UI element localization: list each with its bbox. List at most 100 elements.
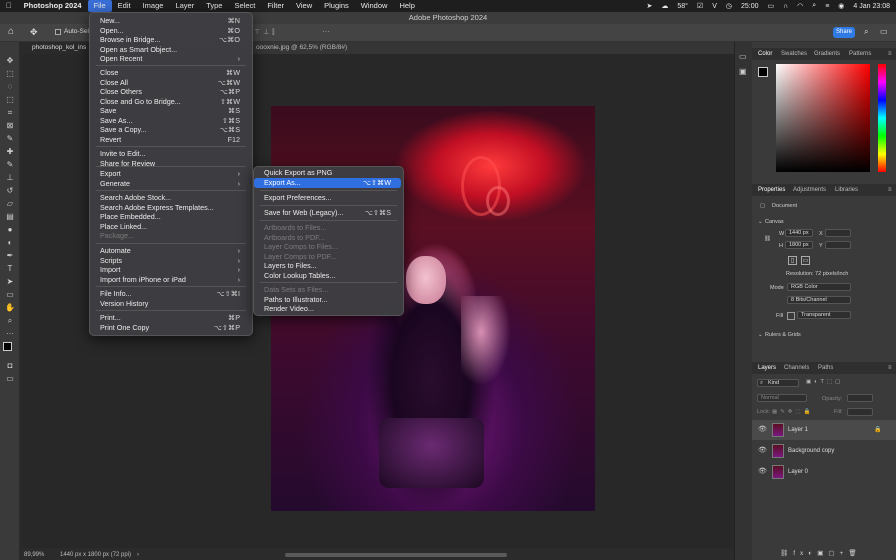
tab-gradients[interactable]: Gradients	[814, 48, 840, 60]
tab-paths[interactable]: Paths	[818, 362, 833, 374]
type-tool-icon[interactable]: T	[2, 263, 18, 275]
healing-brush-tool-icon[interactable]: ✚	[2, 146, 18, 158]
file_menu-item[interactable]: Import from iPhone or iPad ›	[90, 275, 250, 285]
layer-name[interactable]: Layer 0	[788, 462, 808, 482]
bit-depth-select[interactable]: 8 Bits/Channel	[787, 296, 851, 304]
auto-select-checkbox[interactable]	[55, 29, 61, 35]
file_menu-item[interactable]: Version History	[90, 299, 250, 309]
align-icons[interactable]: ⊤⊥⫿	[254, 28, 277, 37]
visibility-eye-icon[interactable]: 👁	[758, 462, 767, 482]
file_menu-item[interactable]: Save ⌘S	[90, 106, 250, 116]
more-options-icon[interactable]: ···	[322, 27, 330, 36]
file_menu-item[interactable]: File Info... ⌥⇧⌘I	[90, 289, 250, 299]
date-time[interactable]: 4 Jan 23:08	[853, 3, 890, 10]
foreground-color[interactable]	[758, 67, 768, 77]
panel-menu-icon[interactable]: ≡	[888, 362, 892, 374]
tab-patterns[interactable]: Patterns	[849, 48, 871, 60]
blur-tool-icon[interactable]: ●	[2, 224, 18, 236]
temperature[interactable]: 58°	[677, 3, 688, 10]
file_menu-item[interactable]: Place Linked...	[90, 222, 250, 232]
crop-tool-icon[interactable]: ⌗	[2, 107, 18, 119]
export_menu-item[interactable]: Layers to Files...	[254, 261, 401, 271]
menu-help[interactable]: Help	[393, 0, 420, 12]
color-field[interactable]	[776, 64, 870, 172]
menu-image[interactable]: Image	[137, 0, 170, 12]
export_menu-item[interactable]: Save for Web (Legacy)... ⌥⇧⌘S	[254, 208, 401, 218]
layer-row[interactable]: 👁 Layer 1 🔒	[752, 420, 896, 440]
layer-name[interactable]: Background copy	[788, 441, 834, 461]
visibility-eye-icon[interactable]: 👁	[758, 420, 767, 440]
gradient-tool-icon[interactable]: ▤	[2, 211, 18, 223]
height-field[interactable]: 1800 px	[785, 241, 813, 249]
fill-select[interactable]: Transparent	[797, 311, 851, 319]
file_menu-item[interactable]: Import ›	[90, 265, 250, 275]
rectangle-tool-icon[interactable]: ▭	[2, 289, 18, 301]
path-select-tool-icon[interactable]: ➤	[2, 276, 18, 288]
tab-libraries[interactable]: Libraries	[835, 184, 858, 196]
layer-row[interactable]: 👁 Layer 0	[752, 462, 896, 482]
menu-view[interactable]: View	[290, 0, 318, 12]
panel-menu-icon[interactable]: ≡	[888, 48, 892, 60]
layer-filter-select[interactable]: Kind	[757, 379, 799, 387]
file_menu-item[interactable]: Export ›	[90, 169, 250, 179]
color-swatches[interactable]	[2, 341, 18, 359]
export_menu-item[interactable]: Export Preferences...	[254, 193, 401, 203]
file_menu-item[interactable]: Close and Go to Bridge... ⇧⌘W	[90, 97, 250, 107]
file_menu-item[interactable]: Open as Smart Object...	[90, 45, 250, 55]
tab-document-1[interactable]: photoshop_kol_ins	[22, 42, 93, 54]
tab-adjustments[interactable]: Adjustments	[793, 184, 826, 196]
portrait-icon[interactable]: ▯	[788, 256, 797, 265]
clone-stamp-tool-icon[interactable]: ⊥	[2, 172, 18, 184]
zoom-tool-icon[interactable]: ⌕	[2, 315, 18, 327]
chevron-down-icon[interactable]: ⌄	[758, 332, 763, 338]
history-brush-tool-icon[interactable]: ↺	[2, 185, 18, 197]
file_menu-item[interactable]: Browse in Bridge... ⌥⌘O	[90, 35, 250, 45]
menu-type[interactable]: Type	[200, 0, 228, 12]
file_menu-item[interactable]: Invite to Edit...	[90, 149, 250, 159]
visibility-eye-icon[interactable]: 👁	[758, 441, 767, 461]
link-icon[interactable]: ⛓	[764, 236, 771, 242]
eyedropper-tool-icon[interactable]: ✎	[2, 133, 18, 145]
location-icon[interactable]: ➤	[646, 2, 652, 10]
quick-mask-icon[interactable]: ◘	[2, 360, 18, 372]
file_menu-item[interactable]: Save a Copy... ⌥⌘S	[90, 125, 250, 135]
x-field[interactable]	[825, 229, 851, 237]
file_menu-item[interactable]: Scripts ›	[90, 256, 250, 266]
frame-tool-icon[interactable]: ⊠	[2, 120, 18, 132]
tab-swatches[interactable]: Swatches	[781, 48, 807, 60]
tab-document-2[interactable]: oooxnie.jpg @ 62,5% (RGB/8#)	[250, 42, 353, 54]
move-tool-icon[interactable]: ✥	[2, 55, 18, 67]
wifi-icon[interactable]: ◠	[797, 2, 803, 10]
clock-time[interactable]: 25:00	[741, 3, 759, 10]
zoom-level[interactable]: 89,99%	[24, 550, 44, 560]
tab-channels[interactable]: Channels	[784, 362, 809, 374]
y-field[interactable]	[825, 241, 851, 249]
landscape-icon[interactable]: ▭	[801, 256, 810, 265]
object-select-tool-icon[interactable]: ⬚	[2, 94, 18, 106]
file_menu-item[interactable]: Close All ⌥⌘W	[90, 78, 250, 88]
apple-icon[interactable]: 	[0, 0, 18, 12]
more-tools-icon[interactable]: ···	[2, 328, 18, 340]
lasso-tool-icon[interactable]: ◌	[2, 81, 18, 93]
share-button[interactable]: Share	[833, 27, 855, 38]
opacity-field[interactable]	[847, 394, 873, 402]
home-icon[interactable]: ⌂	[8, 26, 14, 37]
foreground-color[interactable]	[3, 342, 12, 351]
layer-actions-icons[interactable]: ⛓fx◐▣▢+🗑	[780, 549, 862, 557]
chevron-down-icon[interactable]: ⌄	[758, 219, 763, 225]
pen-tool-icon[interactable]: ✒	[2, 250, 18, 262]
chevron-right-icon[interactable]: ›	[137, 550, 139, 560]
brush-tool-icon[interactable]: ✎	[2, 159, 18, 171]
file_menu-item[interactable]: Open Recent ›	[90, 54, 250, 64]
file_menu-item[interactable]: Search Adobe Express Templates...	[90, 203, 250, 213]
fill-opacity-field[interactable]	[847, 408, 873, 416]
screen-mode-icon[interactable]: ▭	[2, 373, 18, 385]
control-center-icon[interactable]: ≡	[825, 3, 829, 10]
export_menu-item[interactable]: Render Video...	[254, 304, 401, 314]
blend-mode-select[interactable]: Normal	[757, 394, 807, 402]
menu-edit[interactable]: Edit	[112, 0, 137, 12]
search-icon[interactable]: ⌕	[812, 2, 816, 10]
file_menu-item[interactable]: Generate ›	[90, 179, 250, 189]
menu-file[interactable]: File	[87, 0, 112, 12]
app-menu[interactable]: Photoshop 2024	[18, 0, 88, 12]
